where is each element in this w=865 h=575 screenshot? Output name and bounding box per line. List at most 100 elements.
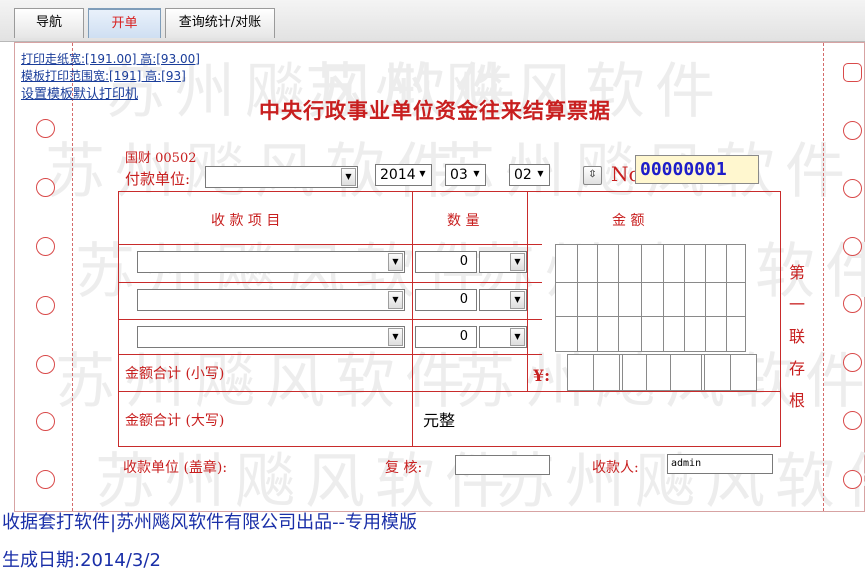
item-select-3[interactable]: ▼ <box>137 326 405 348</box>
punch-hole <box>843 63 862 82</box>
footer-generated-date: 生成日期:2014/3/2 <box>2 550 161 571</box>
punch-hole <box>843 294 862 313</box>
month-select[interactable]: 03 ▼ <box>445 164 486 186</box>
amount-grid-line <box>597 244 598 352</box>
punch-hole <box>36 119 55 138</box>
month-value: 03 <box>450 167 468 183</box>
qty-input-3[interactable]: 0 <box>415 326 477 348</box>
receiver-value: admin <box>671 458 702 469</box>
receiver-label: 收款人: <box>592 460 639 476</box>
amount-grid-line <box>593 354 594 391</box>
total-lower-label: 金额合计 (小写) <box>125 366 225 382</box>
day-select[interactable]: 02 ▼ <box>509 164 550 186</box>
amount-grid-line <box>646 354 647 391</box>
punch-hole <box>36 178 55 197</box>
punch-hole <box>36 412 55 431</box>
item-select-1[interactable]: ▼ <box>137 251 405 273</box>
tab-navigation-label: 导航 <box>35 15 62 30</box>
total-lower-grid[interactable] <box>567 354 757 391</box>
table-divider <box>118 319 542 320</box>
total-upper-label: 金额合计 (大写) <box>125 413 225 429</box>
punch-hole <box>36 237 55 256</box>
unit-select-3[interactable]: ▼ <box>479 326 527 348</box>
chevron-down-icon[interactable]: ▼ <box>341 168 356 186</box>
print-paper-size-link[interactable]: 打印走纸宽:[191.00] 高:[93.00] <box>21 50 200 67</box>
amount-grid-line <box>663 244 664 352</box>
amount-grid-line <box>555 282 746 283</box>
amount-grid-line <box>705 244 706 352</box>
day-value: 02 <box>514 167 532 183</box>
punch-hole <box>843 179 862 198</box>
chevron-down-icon[interactable]: ▼ <box>388 328 403 346</box>
qty-value: 0 <box>459 254 468 269</box>
unit-select-1[interactable]: ▼ <box>479 251 527 273</box>
punch-hole <box>36 470 55 489</box>
header-qty: 数 量 <box>447 213 480 229</box>
qty-input-1[interactable]: 0 <box>415 251 477 273</box>
tab-query-statistics-label: 查询统计/对账 <box>178 15 262 30</box>
amount-grid-line <box>555 316 746 317</box>
perforation-line-right <box>823 43 824 511</box>
year-value: 2014 <box>380 167 416 183</box>
chevron-down-icon[interactable]: ▼ <box>469 166 484 184</box>
amount-grid-line <box>622 354 623 391</box>
punch-hole <box>843 353 862 372</box>
amount-grid-line <box>641 244 642 352</box>
review-input[interactable] <box>455 455 550 475</box>
copy-side-label: 第一联存根 <box>788 263 805 410</box>
perforation-line-left <box>72 43 73 511</box>
header-item: 收 款 项 目 <box>211 213 281 229</box>
chevron-down-icon[interactable]: ▼ <box>388 291 403 309</box>
unit-select-2[interactable]: ▼ <box>479 289 527 311</box>
punch-hole <box>843 470 862 489</box>
punch-hole <box>36 355 55 374</box>
receipt-title: 中央行政事业单位资金往来结算票据 <box>259 98 611 123</box>
review-label: 复 核: <box>385 460 423 476</box>
total-upper-value: 元整 <box>423 411 456 430</box>
tab-bar: 导航 开单 查询统计/对账 <box>0 0 865 42</box>
year-select[interactable]: 2014 ▼ <box>375 164 432 186</box>
table-divider <box>118 354 542 355</box>
tab-create-order[interactable]: 开单 <box>88 8 161 38</box>
footer-product-line: 收据套打软件|苏州飚风软件有限公司出品--专用模版 <box>2 512 418 533</box>
chevron-down-icon[interactable]: ▼ <box>510 328 525 346</box>
header-amount: 金 额 <box>612 213 645 229</box>
qty-input-2[interactable]: 0 <box>415 289 477 311</box>
chevron-down-icon[interactable]: ▼ <box>510 291 525 309</box>
amount-grid-line <box>704 354 705 391</box>
punch-hole <box>843 411 862 430</box>
receipt-paper: 苏州飚风软件 苏州飚风软件 苏州飚风软件 苏州飚风软件 苏州飚风软件 苏州飚风软… <box>14 42 865 517</box>
table-divider <box>118 391 781 392</box>
item-select-2[interactable]: ▼ <box>137 289 405 311</box>
chevron-down-icon[interactable]: ▼ <box>533 166 548 184</box>
date-picker-icon[interactable]: ⇳ <box>583 166 602 185</box>
set-default-printer-link[interactable]: 设置模板默认打印机 <box>21 83 138 102</box>
amount-grid-line <box>730 354 731 391</box>
amount-grid-line <box>619 354 620 391</box>
chevron-down-icon[interactable]: ▼ <box>510 253 525 271</box>
table-divider <box>118 282 542 283</box>
payer-select[interactable]: ▼ <box>205 166 358 188</box>
punch-hole <box>843 237 862 256</box>
receiver-input[interactable]: admin <box>667 454 773 474</box>
qty-value: 0 <box>459 329 468 344</box>
amount-grid-line <box>701 354 702 391</box>
currency-symbol: ¥: <box>533 366 551 385</box>
table-divider <box>527 191 528 391</box>
amount-grid <box>555 244 746 352</box>
amount-grid-line <box>726 244 727 352</box>
receipt-no-value: 00000001 <box>640 159 727 180</box>
table-divider <box>118 244 542 245</box>
tab-navigation[interactable]: 导航 <box>14 8 84 38</box>
tab-query-statistics[interactable]: 查询统计/对账 <box>165 8 275 38</box>
amount-grid-line <box>577 244 578 352</box>
chevron-down-icon[interactable]: ▼ <box>415 166 430 184</box>
receipt-no-field[interactable]: 00000001 <box>635 155 759 184</box>
caiwu-code: 国财 00502 <box>125 151 197 166</box>
chevron-down-icon[interactable]: ▼ <box>388 253 403 271</box>
qty-value: 0 <box>459 292 468 307</box>
template-print-range-link[interactable]: 模板打印范围宽:[191] 高:[93] <box>21 67 186 84</box>
payer-label: 付款单位: <box>125 170 191 188</box>
amount-grid-line <box>684 244 685 352</box>
tab-create-order-label: 开单 <box>111 16 138 31</box>
